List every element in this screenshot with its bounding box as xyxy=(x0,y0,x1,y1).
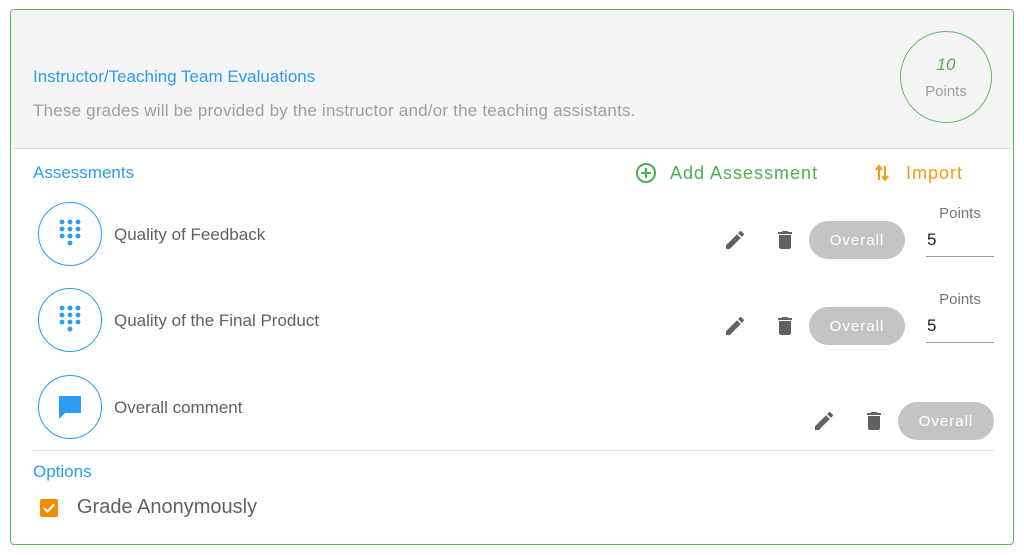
keypad-icon xyxy=(59,219,81,246)
points-field-label: Points xyxy=(939,205,981,222)
trash-icon xyxy=(778,317,792,335)
delete-button[interactable] xyxy=(771,312,799,340)
total-points-label: Points xyxy=(925,83,967,100)
options-divider xyxy=(33,450,994,451)
import-label: Import xyxy=(906,162,964,183)
comment-icon xyxy=(59,396,81,419)
assessment-icon-circle xyxy=(38,202,102,266)
overall-button[interactable]: Overall xyxy=(809,307,905,345)
assessment-icon-circle xyxy=(38,375,102,439)
total-points-badge: 10 Points xyxy=(900,31,992,123)
evaluation-section-card: Instructor/Teaching Team Evaluations The… xyxy=(10,9,1014,545)
add-circle-icon xyxy=(636,163,656,183)
assessment-row: Quality of Feedback Overall Points 5 xyxy=(11,202,1013,272)
total-points-value: 10 xyxy=(936,55,956,74)
keypad-icon xyxy=(59,305,81,332)
import-button[interactable]: Import xyxy=(875,161,963,185)
points-input[interactable]: 5 xyxy=(926,316,994,343)
section-title: Instructor/Teaching Team Evaluations xyxy=(33,67,316,86)
pencil-icon xyxy=(815,411,834,430)
pencil-icon xyxy=(726,316,745,335)
trash-icon xyxy=(867,412,881,430)
assessment-row: Quality of the Final Product Overall Poi… xyxy=(11,288,1013,358)
points-field[interactable]: Points 5 xyxy=(926,291,994,343)
checkmark-icon xyxy=(43,503,55,514)
points-field[interactable]: Points 5 xyxy=(926,205,994,257)
assessments-title: Assessments xyxy=(33,163,135,182)
overall-button[interactable]: Overall xyxy=(809,221,905,259)
options-title: Options xyxy=(33,462,92,481)
assessment-icon-circle xyxy=(38,288,102,352)
grade-anonymously-checkbox[interactable] xyxy=(40,499,58,517)
assessment-row: Overall comment Overall xyxy=(11,375,1013,445)
add-assessment-button[interactable]: Add Assessment xyxy=(635,161,818,185)
points-input[interactable]: 5 xyxy=(926,230,994,257)
add-assessment-label: Add Assessment xyxy=(670,162,819,183)
pencil-icon xyxy=(726,230,745,249)
assessment-label: Overall comment xyxy=(114,398,243,417)
delete-button[interactable] xyxy=(771,226,799,254)
delete-button[interactable] xyxy=(860,407,888,435)
trash-icon xyxy=(778,231,792,249)
edit-button[interactable] xyxy=(721,312,749,340)
section-description: These grades will be provided by the ins… xyxy=(33,101,636,120)
grade-anonymously-label[interactable]: Grade Anonymously xyxy=(77,496,257,519)
section-header: Instructor/Teaching Team Evaluations The… xyxy=(11,10,1013,149)
points-field-label: Points xyxy=(939,291,981,308)
assessment-label: Quality of the Final Product xyxy=(114,311,320,330)
assessment-label: Quality of Feedback xyxy=(114,225,266,244)
overall-button[interactable]: Overall xyxy=(898,402,994,440)
import-arrows-icon xyxy=(875,164,889,182)
edit-button[interactable] xyxy=(721,226,749,254)
edit-button[interactable] xyxy=(810,407,838,435)
